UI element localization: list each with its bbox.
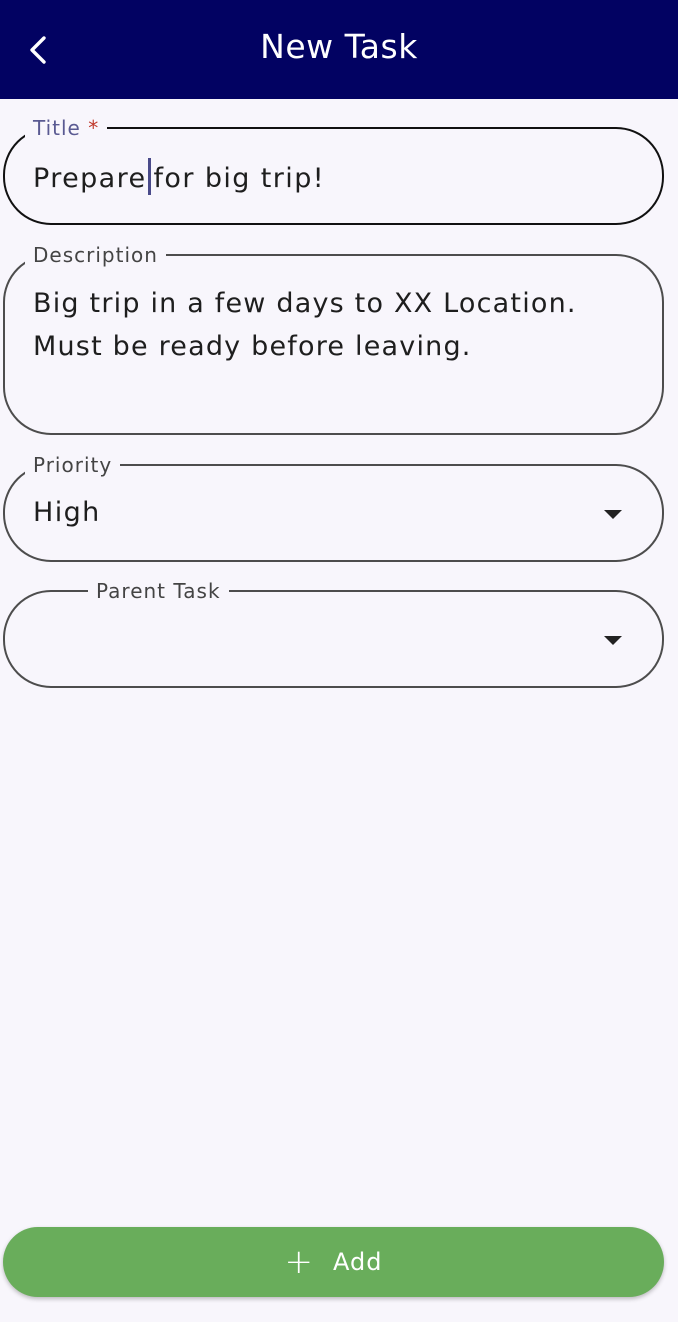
description-textarea[interactable]: Big trip in a few days to XX Location. M…: [33, 282, 577, 368]
priority-field-label: Priority: [25, 453, 121, 477]
priority-dropdown[interactable]: Priority High: [3, 453, 664, 562]
title-input[interactable]: Prepare for big trip!: [33, 158, 325, 195]
priority-selected-value: High: [33, 497, 101, 528]
add-button-label: Add: [333, 1248, 383, 1276]
description-line: Big trip in a few days to XX Location.: [33, 288, 577, 319]
description-field[interactable]: Description Big trip in a few days to XX…: [3, 243, 664, 435]
description-field-label: Description: [25, 243, 166, 267]
title-field[interactable]: Title * Prepare for big trip!: [3, 116, 664, 225]
dropdown-arrow-icon: [604, 636, 622, 645]
app-bar: New Task: [0, 0, 678, 99]
parent-task-field-label: Parent Task: [88, 579, 229, 603]
page-title: New Task: [260, 27, 418, 66]
plus-icon: +: [284, 1242, 314, 1282]
text-cursor: [147, 158, 151, 195]
title-field-label: Title *: [25, 116, 108, 140]
add-button[interactable]: + Add: [3, 1227, 664, 1297]
dropdown-arrow-icon: [604, 510, 622, 519]
required-marker: *: [88, 116, 100, 140]
new-task-screen: New Task Title * Prepare for big trip! De…: [0, 0, 678, 1322]
description-line: Must be ready before leaving.: [33, 331, 472, 362]
parent-task-dropdown[interactable]: Parent Task: [3, 579, 664, 688]
